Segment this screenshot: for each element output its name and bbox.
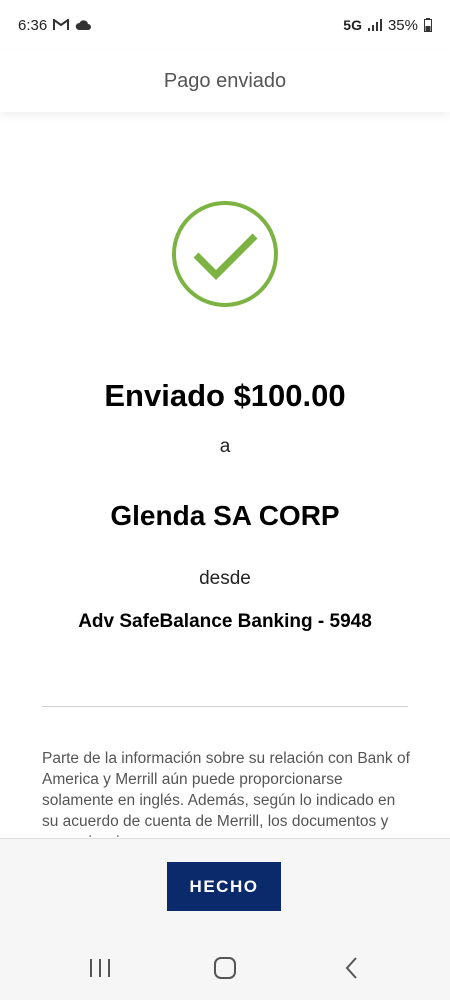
battery-icon xyxy=(424,18,432,32)
status-right: 5G 35% xyxy=(343,17,432,34)
source-account: Adv SafeBalance Banking - 5948 xyxy=(78,611,372,632)
status-left: 6:36 xyxy=(18,16,92,34)
done-button[interactable]: HECHO xyxy=(167,862,281,911)
success-check-icon xyxy=(171,200,279,308)
disclaimer-text: Parte de la información sobre su relació… xyxy=(42,750,410,838)
gmail-icon xyxy=(53,19,70,31)
sent-amount: Enviado $100.00 xyxy=(104,378,346,413)
signal-icon xyxy=(367,19,382,31)
footer: HECHO xyxy=(0,838,450,936)
home-icon[interactable] xyxy=(210,954,240,982)
page-title: Pago enviado xyxy=(163,69,287,92)
cloud-icon xyxy=(75,19,92,31)
status-bar: 6:36 5G 35% xyxy=(0,0,450,50)
to-label: a xyxy=(219,436,231,457)
system-nav-bar xyxy=(0,936,450,1000)
back-icon[interactable] xyxy=(337,954,367,982)
battery-percent: 35% xyxy=(387,16,418,34)
divider xyxy=(42,706,408,707)
recent-apps-icon[interactable] xyxy=(85,954,115,982)
screen: 6:36 5G 35% Pago enviado Enviado $100.00… xyxy=(0,0,450,1000)
from-label: desde xyxy=(199,568,251,589)
status-time: 6:36 xyxy=(18,16,48,34)
network-type: 5G xyxy=(343,17,362,33)
header: Pago enviado xyxy=(0,50,450,112)
recipient-name: Glenda SA CORP xyxy=(110,500,340,531)
